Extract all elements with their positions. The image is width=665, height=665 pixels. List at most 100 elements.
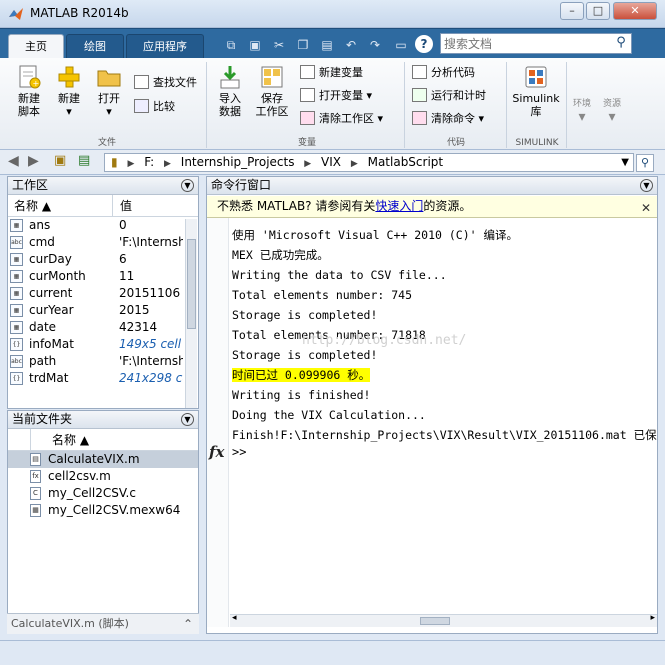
new-button[interactable]: 新建 ▾ <box>52 64 86 118</box>
workspace-variable-row[interactable]: ▦ curDay 6 <box>8 251 198 268</box>
cut-icon[interactable]: ✂ <box>270 36 288 54</box>
simulink-library-button[interactable]: Simulink 库 <box>510 64 562 118</box>
find-files-button[interactable]: 查找文件 <box>134 74 197 92</box>
new-script-button[interactable]: + 新建 脚本 <box>10 64 48 118</box>
variable-value: 6 <box>119 252 127 266</box>
compare-button[interactable]: 比较 <box>134 98 175 116</box>
workspace-variable-row[interactable]: ▦ curYear 2015 <box>8 302 198 319</box>
output-text: Doing the VIX Calculation... <box>232 408 426 422</box>
numeric-variable-icon: ▦ <box>10 219 23 232</box>
tab-apps[interactable]: 应用程序 <box>126 34 204 58</box>
variable-name: curYear <box>29 303 74 317</box>
search-icon[interactable]: ⚲ <box>613 35 629 51</box>
analyze-code-button[interactable]: 分析代码 <box>412 64 475 82</box>
chevron-down-icon: ▾ <box>66 105 72 118</box>
save-icon[interactable]: ▣ <box>246 36 264 54</box>
details-bar[interactable]: CalculateVIX.m (脚本) ⌃ <box>7 613 199 634</box>
open-button[interactable]: 打开 ▾ <box>92 64 126 118</box>
getting-started-link[interactable]: 快速入门 <box>375 199 423 213</box>
forward-arrow-icon[interactable]: ▶ <box>28 153 39 169</box>
tab-home[interactable]: 主页 <box>8 34 64 59</box>
run-and-time-button[interactable]: 运行和计时 <box>412 87 486 105</box>
save-workspace-button[interactable]: 保存 工作区 <box>252 64 292 118</box>
command-prompt[interactable]: >> <box>232 445 246 459</box>
horizontal-scrollbar[interactable]: ◂ ▸ <box>230 613 657 627</box>
scroll-right-icon[interactable]: ▸ <box>650 613 655 623</box>
panel-menu-icon[interactable]: ▼ <box>640 179 653 192</box>
workspace-variable-row[interactable]: ▦ ans 0 <box>8 217 198 234</box>
up-folder-icon[interactable]: ▣ <box>54 153 66 168</box>
column-name[interactable]: 名称 ▲ <box>52 429 89 451</box>
function-browser-icon[interactable]: fx <box>209 443 224 461</box>
scroll-thumb[interactable] <box>420 617 450 625</box>
new-variable-button[interactable]: 新建变量 <box>300 64 363 82</box>
back-arrow-icon[interactable]: ◀ <box>8 153 19 169</box>
new-variable-icon <box>300 65 315 79</box>
details-text: CalculateVIX.m (脚本) <box>11 617 129 630</box>
workspace-panel: 工作区 ▼ 名称 ▲ 值 ▦ ans 0 abc cmd 'F:\Internshi ▦ cu… <box>7 176 199 409</box>
panel-menu-icon[interactable]: ▼ <box>181 179 194 192</box>
help-icon[interactable]: ? <box>415 35 433 53</box>
breadcrumb-vix[interactable]: VIX <box>321 154 341 171</box>
scroll-left-icon[interactable]: ◂ <box>232 613 237 623</box>
close-notice-icon[interactable]: ✕ <box>641 198 651 219</box>
current-folder-panel: 当前文件夹 ▼ 名称 ▲ ▤ CalculateVIX.m fx cell2csv.m… <box>7 410 199 634</box>
workspace-variable-row[interactable]: abc cmd 'F:\Internshi <box>8 234 198 251</box>
current-folder-path[interactable]: ▮ ▶ F: ▶ Internship_Projects ▶ VIX ▶ Mat… <box>104 153 634 172</box>
workspace-variable-row[interactable]: ▦ curMonth 11 <box>8 268 198 285</box>
command-gutter <box>207 218 229 627</box>
close-button[interactable]: ✕ <box>613 2 657 20</box>
chevron-down-icon: ▾ <box>106 105 112 118</box>
switch-windows-icon[interactable]: ▭ <box>392 36 410 54</box>
file-list-item[interactable]: ▦ my_Cell2CSV.mexw64 <box>8 502 198 519</box>
workspace-variable-row[interactable]: abc path 'F:\Internshi <box>8 353 198 370</box>
workspace-variable-row[interactable]: ▦ date 42314 <box>8 319 198 336</box>
import-data-button[interactable]: 导入 数据 <box>212 64 248 118</box>
workspace-variable-row[interactable]: {} infoMat 149x5 cell <box>8 336 198 353</box>
path-folder-icon: ▮ <box>111 155 118 169</box>
command-output-line: Storage is completed! <box>232 305 657 325</box>
group-label-variable: 变量 <box>297 138 316 148</box>
workspace-scrollbar[interactable] <box>185 219 197 408</box>
file-list-item[interactable]: ▤ CalculateVIX.m <box>8 451 198 468</box>
search-folder-icon[interactable]: ⚲ <box>636 154 654 172</box>
paste-icon[interactable]: ▤ <box>318 36 336 54</box>
variable-name: curDay <box>29 252 72 266</box>
column-name[interactable]: 名称 ▲ <box>14 195 51 217</box>
variable-name: path <box>29 354 57 368</box>
breadcrumb-matlabscript[interactable]: MatlabScript <box>368 154 444 171</box>
group-label-file: 文件 <box>97 138 116 148</box>
variable-value: 'F:\Internshi <box>119 354 183 368</box>
file-list-item[interactable]: Cmy_Cell2CSV.c <box>8 485 198 502</box>
command-output[interactable]: 使用 'Microsoft Visual C++ 2010 (C)' 编译。 ME… <box>232 225 657 445</box>
cell-variable-icon: {} <box>10 338 23 351</box>
details-toggle-icon[interactable]: ⌃ <box>183 614 193 634</box>
breadcrumb-drive[interactable]: F: <box>144 154 154 171</box>
file-list-item[interactable]: fx cell2csv.m <box>8 468 198 485</box>
string-variable-icon: abc <box>10 355 23 368</box>
group-divider <box>404 62 405 148</box>
breadcrumb-internship-projects[interactable]: Internship_Projects <box>181 154 295 171</box>
workspace-variable-row[interactable]: ▦ current 20151106 <box>8 285 198 302</box>
clear-workspace-button[interactable]: 清除工作区 ▾ <box>300 110 383 128</box>
output-text: MEX 已成功完成。 <box>232 248 329 262</box>
tab-plots[interactable]: 绘图 <box>66 34 124 58</box>
new-window-icon[interactable]: ⧉ <box>222 36 240 54</box>
undo-icon[interactable]: ↶ <box>342 36 360 54</box>
copy-icon[interactable]: ❐ <box>294 36 312 54</box>
environment-button[interactable]: 环境 ▾ <box>568 96 596 124</box>
path-dropdown-icon[interactable]: ▼ <box>621 154 629 171</box>
workspace-variable-row[interactable]: {} trdMat 241x298 cell <box>8 370 198 387</box>
clear-commands-button[interactable]: 清除命令 ▾ <box>412 110 484 128</box>
redo-icon[interactable]: ↷ <box>366 36 384 54</box>
browse-folder-icon[interactable]: ▤ <box>78 153 90 168</box>
panel-menu-icon[interactable]: ▼ <box>181 413 194 426</box>
column-value[interactable]: 值 <box>120 195 132 217</box>
maximize-button[interactable]: □ <box>586 2 610 20</box>
variable-name: trdMat <box>29 371 69 385</box>
search-input[interactable] <box>444 35 609 52</box>
resources-button[interactable]: 资源 ▾ <box>598 96 626 124</box>
scroll-thumb[interactable] <box>187 239 196 329</box>
open-variable-button[interactable]: 打开变量 ▾ <box>300 87 372 105</box>
minimize-button[interactable]: – <box>560 2 584 20</box>
